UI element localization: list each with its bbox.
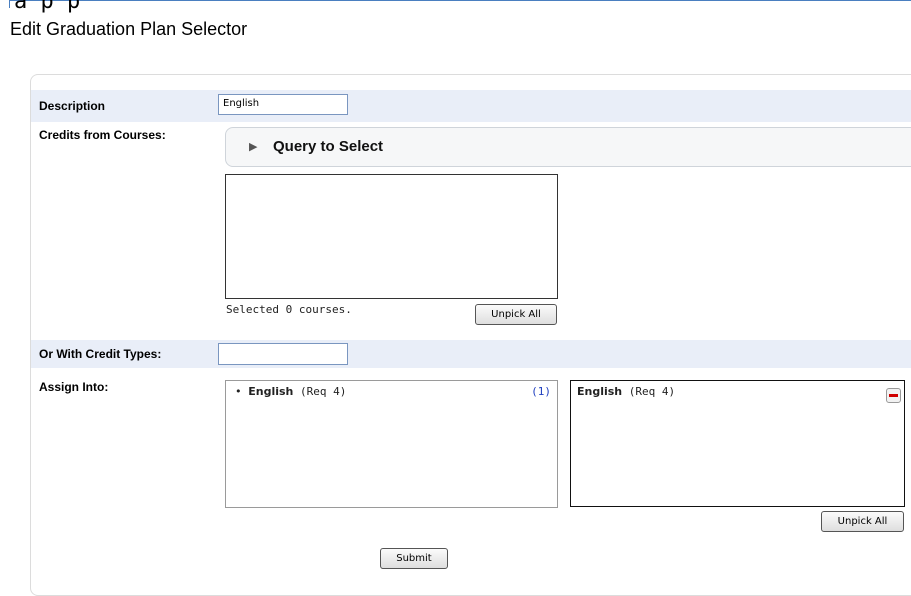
credit-types-label: Or With Credit Types:: [39, 347, 162, 361]
selected-assign-item: English (Req 4): [577, 385, 675, 398]
minus-icon[interactable]: [886, 388, 901, 403]
selected-count-text: Selected 0 courses.: [226, 303, 352, 316]
assign-label: Assign Into:: [39, 380, 109, 394]
assign-item-count[interactable]: (1): [531, 385, 551, 398]
courses-list-box[interactable]: [225, 174, 558, 299]
description-input[interactable]: English: [218, 94, 348, 115]
credit-types-row: Or With Credit Types:: [31, 340, 911, 368]
partial-header-text: a p p: [14, 0, 81, 14]
query-title: Query to Select: [273, 138, 384, 155]
assign-item-req: (Req 4): [300, 385, 347, 398]
credits-label: Credits from Courses:: [39, 128, 166, 142]
window-frame-edge: [9, 0, 911, 8]
assign-available-box[interactable]: • English (Req 4) (1): [225, 380, 558, 508]
unpick-all-courses-button[interactable]: Unpick All: [475, 304, 557, 325]
bullet: •: [235, 385, 242, 398]
selected-item-name: English: [577, 385, 623, 398]
query-to-select-bar[interactable]: ▶ Query to Select: [225, 127, 911, 167]
list-item[interactable]: • English (Req 4): [235, 385, 346, 398]
assign-selected-box[interactable]: English (Req 4): [570, 380, 905, 507]
selected-item-req: (Req 4): [628, 385, 676, 398]
unpick-all-assign-button[interactable]: Unpick All: [821, 511, 904, 532]
description-label: Description: [39, 99, 106, 113]
page-title: Edit Graduation Plan Selector: [10, 19, 248, 39]
description-row: Description: [31, 90, 911, 122]
triangle-right-icon: ▶: [249, 141, 258, 153]
credit-types-input[interactable]: [218, 343, 348, 365]
assign-item-name: English: [248, 385, 294, 398]
